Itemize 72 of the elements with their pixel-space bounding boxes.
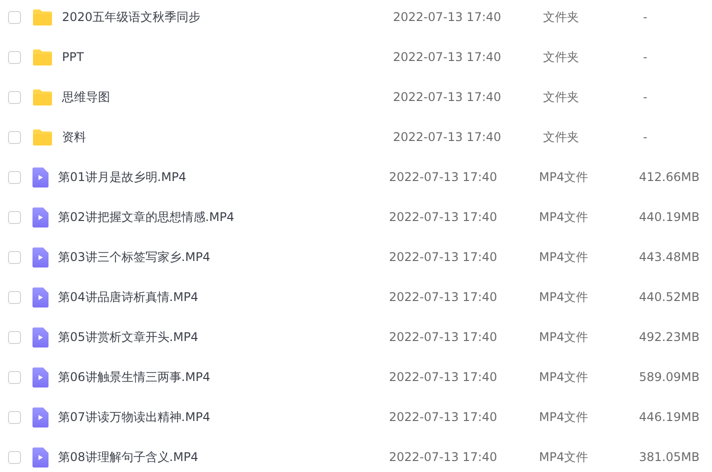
file-type: 文件夹: [543, 9, 580, 26]
modified-date: 2022-07-13 17:40: [389, 369, 498, 386]
file-name[interactable]: 第08讲理解句子含义.MP4: [58, 448, 389, 466]
file-size: 589.09MB: [639, 369, 700, 386]
file-type: 文件夹: [543, 89, 580, 106]
video-file-icon: [32, 206, 49, 228]
file-type: MP4文件: [539, 369, 590, 386]
modified-date: 2022-07-13 17:40: [389, 329, 498, 346]
file-type: MP4文件: [539, 249, 590, 266]
file-name[interactable]: 2020五年级语文秋季同步: [62, 8, 393, 26]
file-name[interactable]: 第04讲品唐诗析真情.MP4: [58, 288, 389, 306]
video-file-icon: [32, 406, 49, 428]
folder-icon: [32, 128, 53, 146]
file-name[interactable]: 第03讲三个标签写家乡.MP4: [58, 248, 389, 266]
video-file-icon: [32, 446, 49, 468]
file-size: -: [643, 49, 648, 66]
file-size: 443.48MB: [639, 249, 700, 266]
folder-icon: [32, 88, 53, 106]
file-type: 文件夹: [543, 129, 580, 146]
file-size: 446.19MB: [639, 409, 700, 426]
file-size: -: [643, 129, 648, 146]
file-name[interactable]: 第07讲读万物读出精神.MP4: [58, 408, 389, 426]
file-size: 412.66MB: [639, 169, 700, 186]
checkbox[interactable]: [8, 50, 21, 64]
file-name[interactable]: 资料: [62, 128, 393, 146]
checkbox[interactable]: [8, 10, 21, 24]
file-type: MP4文件: [539, 289, 590, 306]
checkbox[interactable]: [8, 450, 21, 464]
file-type: MP4文件: [539, 449, 590, 466]
modified-date: 2022-07-13 17:40: [393, 129, 502, 146]
file-name[interactable]: 第06讲触景生情三两事.MP4: [58, 368, 389, 386]
file-size: 492.23MB: [639, 329, 700, 346]
file-name[interactable]: 第01讲月是故乡明.MP4: [58, 168, 389, 186]
file-size: 381.05MB: [639, 449, 700, 466]
video-file-icon: [32, 246, 49, 268]
file-name[interactable]: 第05讲赏析文章开头.MP4: [58, 328, 389, 346]
file-size: -: [643, 9, 648, 26]
modified-date: 2022-07-13 17:40: [389, 449, 498, 466]
modified-date: 2022-07-13 17:40: [389, 169, 498, 186]
checkbox[interactable]: [8, 410, 21, 424]
checkbox[interactable]: [8, 330, 21, 344]
file-name[interactable]: 思维导图: [62, 88, 393, 106]
file-type: MP4文件: [539, 169, 590, 186]
modified-date: 2022-07-13 17:40: [389, 209, 498, 226]
folder-icon: [32, 48, 53, 66]
modified-date: 2022-07-13 17:40: [389, 289, 498, 306]
file-name[interactable]: PPT: [62, 48, 393, 66]
checkbox[interactable]: [8, 170, 21, 184]
file-name[interactable]: 第02讲把握文章的思想情感.MP4: [58, 208, 389, 226]
file-size: 440.19MB: [639, 209, 700, 226]
checkbox[interactable]: [8, 210, 21, 224]
checkbox[interactable]: [8, 370, 21, 384]
video-file-icon: [32, 326, 49, 348]
file-type: MP4文件: [539, 409, 590, 426]
file-type: MP4文件: [539, 329, 590, 346]
modified-date: 2022-07-13 17:40: [389, 409, 498, 426]
checkbox[interactable]: [8, 130, 21, 144]
video-file-icon: [32, 166, 49, 188]
file-size: 440.52MB: [639, 289, 700, 306]
folder-icon: [32, 8, 53, 26]
file-type: 文件夹: [543, 49, 580, 66]
modified-date: 2022-07-13 17:40: [393, 9, 502, 26]
checkbox[interactable]: [8, 90, 21, 104]
modified-date: 2022-07-13 17:40: [389, 249, 498, 266]
video-file-icon: [32, 366, 49, 388]
modified-date: 2022-07-13 17:40: [393, 49, 502, 66]
checkbox[interactable]: [8, 250, 21, 264]
modified-date: 2022-07-13 17:40: [393, 89, 502, 106]
file-size: -: [643, 89, 648, 106]
file-type: MP4文件: [539, 209, 590, 226]
video-file-icon: [32, 286, 49, 308]
checkbox[interactable]: [8, 290, 21, 304]
